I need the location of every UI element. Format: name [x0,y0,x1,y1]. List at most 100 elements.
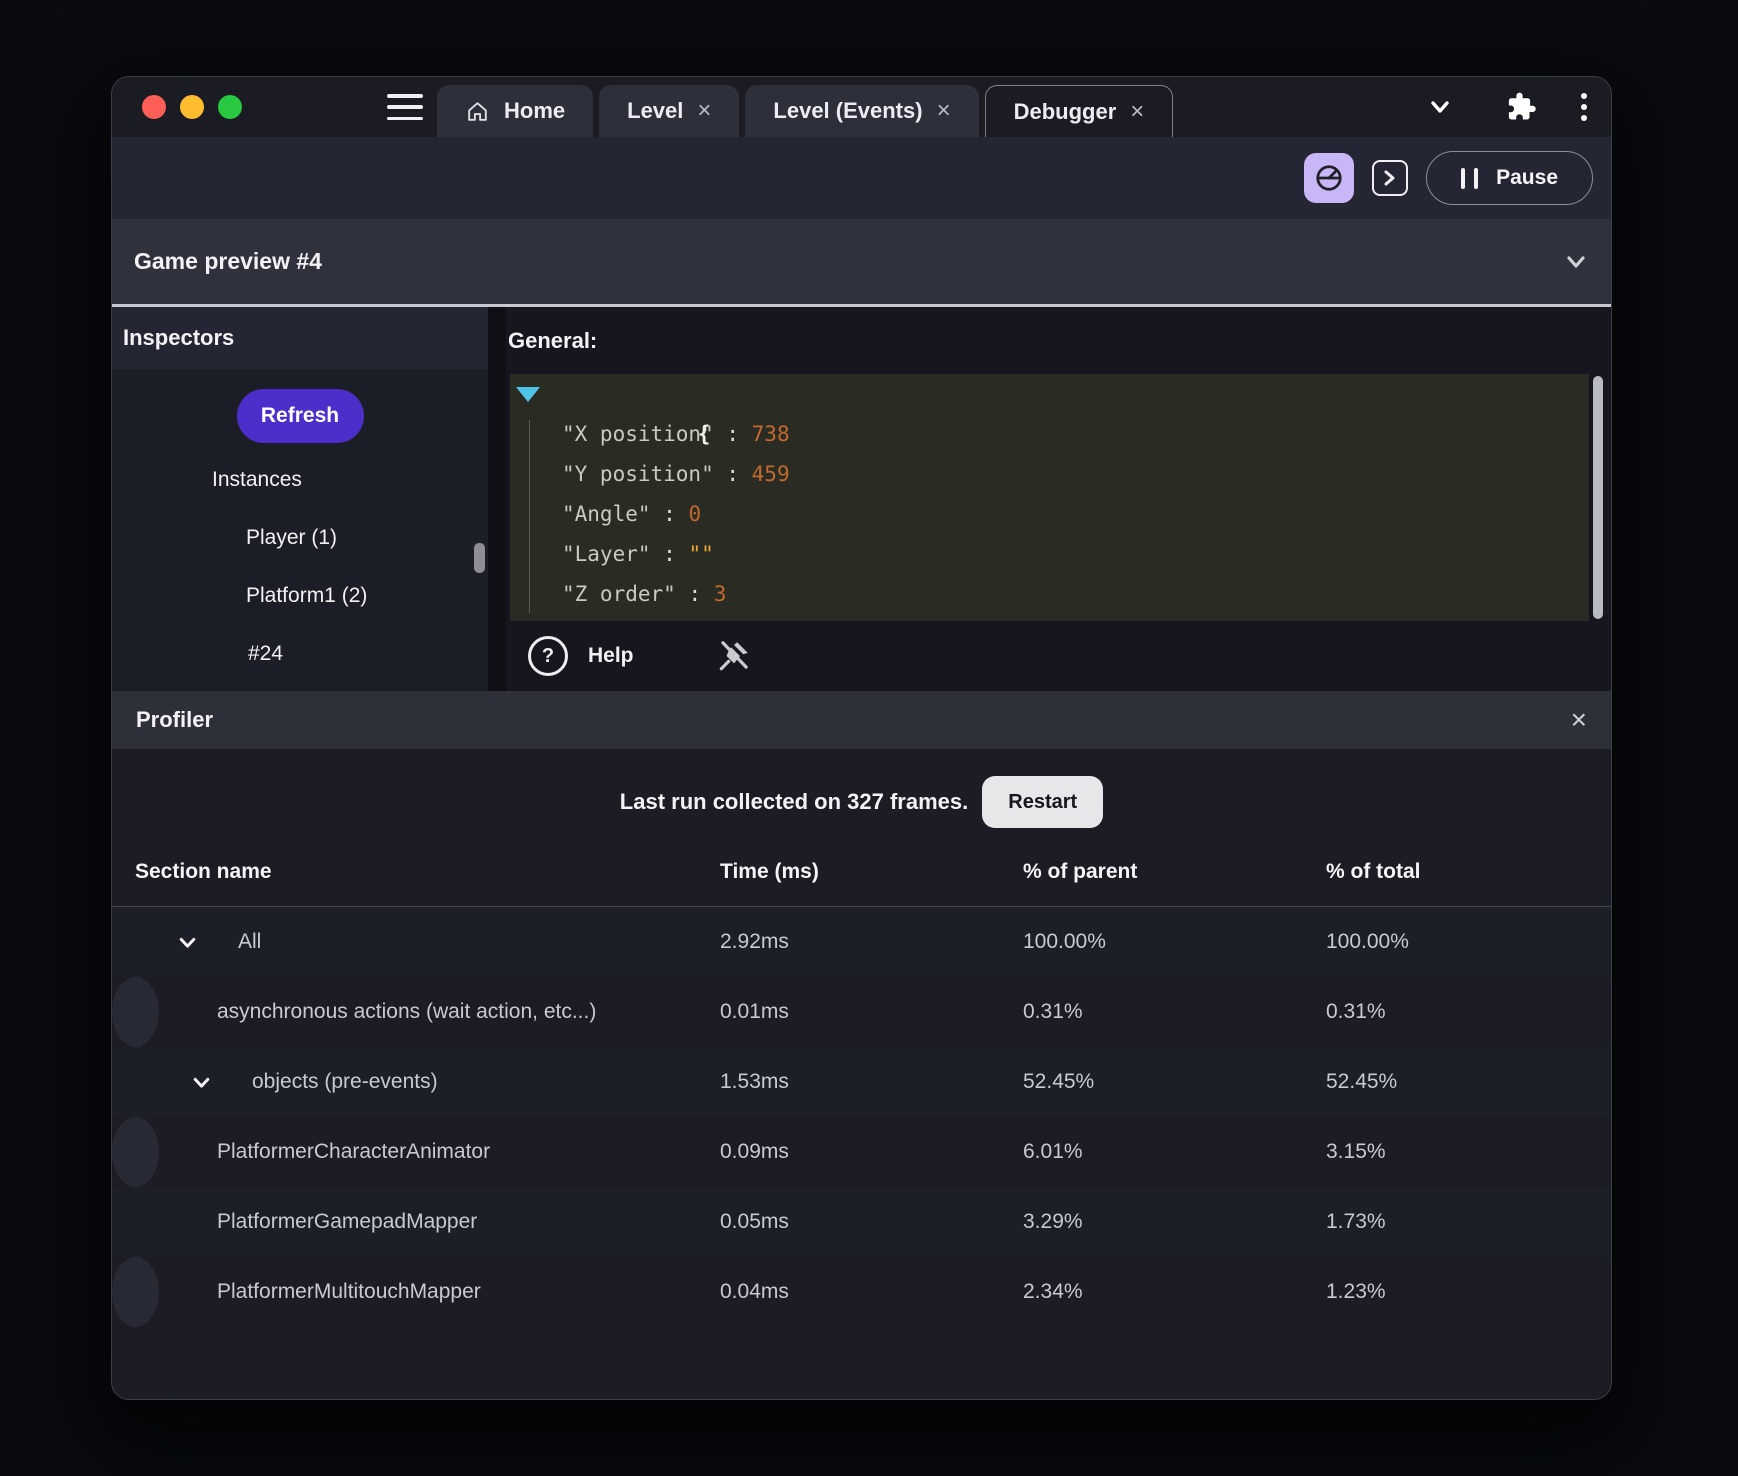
help-question-icon[interactable]: ? [528,636,568,676]
inspector-tree-item[interactable]: Platform1 (2) [112,567,488,625]
game-preview-header[interactable]: Game preview #4 [112,219,1611,307]
json-key: "Z order" [562,582,676,606]
section-percent-total: 100.00% [1326,930,1409,953]
profiler-row[interactable]: All 2.92ms 100.00% 100.00% [112,907,1611,977]
collapse-triangle-icon[interactable] [516,387,540,402]
help-label[interactable]: Help [588,644,634,668]
debugger-toolbar: Pause [112,137,1611,219]
column-header: Section name [135,859,272,883]
profiler-title: Profiler [136,707,214,732]
json-key: "Angle" [562,502,651,526]
tree-item-label: Instances [212,468,302,491]
tab-level-events-[interactable]: Level (Events) × [745,85,979,137]
tab-label: Level (Events) [773,98,923,123]
tab-label: Debugger [1013,98,1117,124]
help-row: ? Help [506,621,1611,691]
inspectors-panel-title: Inspectors [112,307,488,369]
section-percent-parent: 0.31% [1023,1000,1083,1023]
app-window: Home Level × Level (Events) × Debugger × [111,76,1612,1400]
section-time: 1.53ms [720,1070,789,1093]
restart-button[interactable]: Restart [982,776,1104,828]
section-percent-parent: 2.34% [1023,1280,1083,1303]
json-key: "Layer" [562,542,651,566]
json-value: 459 [751,462,790,486]
tab-debugger[interactable]: Debugger × [984,85,1174,137]
inspector-tree-item[interactable]: #24 [112,625,488,683]
minimize-window-button[interactable] [180,95,204,119]
console-button[interactable] [1372,160,1409,196]
inspectors-panel: Inspectors Refresh Instances Player (1) … [112,307,488,691]
pause-icon [1461,167,1479,189]
section-percent-total: 1.73% [1326,1210,1386,1233]
json-root-line: { [510,374,1589,446]
profiler-body: Last run collected on 327 frames. Restar… [112,767,1611,1327]
json-value: "" [688,542,714,566]
profiler-status-row: Last run collected on 327 frames. Restar… [112,767,1611,837]
json-value: 0 [688,502,702,526]
tree-item-label: Platform1 (2) [246,584,368,607]
profiler-table: All 2.92ms 100.00% 100.00% asynchronous … [112,907,1611,1327]
section-time: 0.01ms [720,1000,789,1023]
profiler-close-icon[interactable]: × [1571,706,1587,734]
tab-close-icon[interactable]: × [937,99,951,123]
section-time: 0.09ms [720,1140,789,1163]
titlebar: Home Level × Level (Events) × Debugger × [112,77,1611,137]
json-property-line: "Z order" : 3 [562,582,727,606]
tree-item-label: Player (1) [246,526,338,549]
section-name: asynchronous actions (wait action, etc..… [217,1000,597,1023]
profiler-row[interactable]: PlatformerCharacterAnimator 0.09ms 6.01%… [112,1117,1386,1187]
traffic-lights [142,95,242,119]
profiler-table-header: Section name Time (ms) % of parent % of tot… [112,837,1611,907]
tab-close-icon[interactable]: × [697,99,711,123]
inspectors-tree: Refresh Instances Player (1) Platform1 (… [112,369,488,691]
inspectors-scrollbar-thumb[interactable] [474,543,485,573]
row-expand-chevron-icon[interactable] [191,1072,212,1093]
inspector-tree-item[interactable]: Instances [112,451,488,509]
hamburger-menu-icon[interactable] [387,94,423,120]
section-percent-parent: 52.45% [1023,1070,1095,1093]
column-header: % of total [1326,859,1421,883]
tab-bar: Home Level × Level (Events) × Debugger × [437,85,1174,137]
inspector-tree-item[interactable]: Player (1) [112,509,488,567]
tab-close-icon[interactable]: × [1130,99,1144,124]
extensions-puzzle-icon[interactable] [1507,92,1537,122]
titlebar-actions [1425,77,1587,137]
section-name: PlatformerGamepadMapper [217,1210,478,1233]
profiler-row[interactable]: objects (pre-events) 1.53ms 52.45% 52.45… [112,1047,1611,1117]
screen: Home Level × Level (Events) × Debugger × [0,0,1738,1476]
json-property-line: "Angle" : 0 [562,502,702,526]
profiler-header: Profiler × [112,691,1611,749]
column-header: Time (ms) [720,859,819,883]
general-section-title: General: [508,327,598,353]
row-expand-chevron-icon[interactable] [177,932,198,953]
json-value: 738 [751,422,790,446]
section-time: 2.92ms [720,930,789,953]
close-window-button[interactable] [142,95,166,119]
column-header: % of parent [1023,859,1138,883]
chevron-right-icon [1384,170,1395,186]
unpin-icon[interactable] [716,638,752,674]
chevron-down-icon[interactable] [1425,92,1455,122]
profiler-row[interactable]: asynchronous actions (wait action, etc..… [112,977,1386,1047]
section-percent-total: 3.15% [1326,1140,1386,1163]
home-icon [465,99,490,124]
tree-item-label: #24 [248,642,284,665]
section-percent-total: 0.31% [1326,1000,1386,1023]
profiler-row[interactable]: PlatformerMultitouchMapper 0.04ms 2.34% … [112,1257,1386,1327]
debugger-content: Inspectors Refresh Instances Player (1) … [112,307,1611,691]
collapse-chevron-icon[interactable] [1563,249,1589,275]
zoom-window-button[interactable] [218,95,242,119]
inspector-detail-panel: General: { "X position" : 738 "Y positio… [506,307,1611,691]
section-name: PlatformerCharacterAnimator [217,1140,491,1163]
refresh-button[interactable]: Refresh [236,389,364,443]
section-percent-total: 1.23% [1326,1280,1386,1303]
pause-button[interactable]: Pause [1426,151,1593,205]
tab-home[interactable]: Home [437,85,594,137]
profiler-toggle-button[interactable] [1304,153,1355,203]
json-view-scrollbar-thumb[interactable] [1593,376,1603,619]
speedometer-icon [1316,165,1342,191]
section-percent-parent: 6.01% [1023,1140,1083,1163]
profiler-row[interactable]: PlatformerGamepadMapper 0.05ms 3.29% 1.7… [112,1187,1611,1257]
more-options-kebab-icon[interactable] [1581,93,1587,121]
tab-level[interactable]: Level × [599,85,740,137]
